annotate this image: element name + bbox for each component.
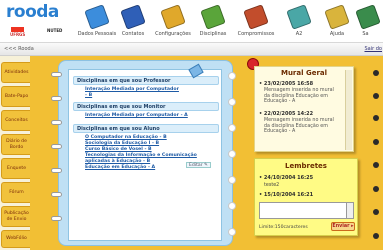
notebook-hole (228, 202, 236, 210)
notebook-hole (228, 176, 236, 184)
ring (51, 144, 62, 149)
section-professor: Disciplinas em que sou Professor (73, 76, 219, 85)
discipline-link[interactable]: Tecnologias da Informação e Comunicação … (85, 153, 197, 165)
tab-enquete[interactable]: Enquete (1, 158, 31, 179)
personal-data-icon (84, 4, 110, 30)
discipline-link[interactable]: Interação Mediada por Computador - B (85, 87, 181, 99)
mural-geral-panel: Mural Geral • 23/02/2005 16:58 Mensagem … (254, 66, 354, 152)
tab-publicacao-de-envio[interactable]: Publicação de Envio (1, 206, 31, 227)
nav-appointments[interactable]: Compromissos (232, 3, 280, 40)
page-ring-mark (373, 93, 379, 99)
settings-icon (160, 4, 186, 30)
rooda-logo[interactable]: rooda (6, 2, 59, 22)
lembrete-date: • 15/10/2004 16:21 (259, 192, 314, 198)
page-ring-mark (373, 115, 379, 121)
ring (51, 120, 62, 125)
page-ring-mark (373, 139, 379, 145)
notebook-hole (228, 150, 236, 158)
tab-webfolio[interactable]: WebFólio (1, 230, 31, 248)
header: rooda UFRGS NUTED Dados Pessoais Contato… (0, 0, 383, 42)
back-link[interactable]: <<< Rooda (4, 46, 34, 52)
tab-diario-de-bordo[interactable]: Diário de Bordo (1, 134, 31, 155)
nav-disciplines[interactable]: Disciplinas (189, 3, 237, 40)
notebook-hole (228, 228, 236, 236)
discipline-link[interactable]: Educação em Educação - A (85, 165, 220, 171)
lembretes-panel: Lembretes • 24/10/2004 16:25 teste2 • 15… (254, 158, 358, 236)
nav-label: Disciplinas (199, 31, 227, 37)
section-monitor: Disciplinas em que sou Monitor (73, 102, 219, 111)
lembrete-text: teste2 (264, 183, 280, 188)
char-limit-text: Limite:150caracteres (259, 225, 308, 230)
section-aluno: Disciplinas em que sou Aluno (73, 124, 219, 133)
tab-bate-papo[interactable]: Bate-Papo (1, 86, 31, 107)
mural-date: • 22/02/2005 14:22 (259, 111, 314, 117)
notebook-hole (228, 72, 236, 80)
nav-exit[interactable]: Sa (348, 3, 383, 40)
notebook-rings (49, 66, 63, 242)
notebook-page: Disciplinas em que sou Professor Interaç… (68, 69, 222, 241)
page-ring-mark (373, 70, 379, 76)
ring (51, 72, 62, 77)
send-button[interactable]: Enviar ▸ (331, 222, 355, 231)
nuted-label: NUTED (47, 28, 63, 33)
reminder-textarea[interactable] (259, 202, 347, 219)
page-ring-mark (373, 186, 379, 192)
help-icon (324, 4, 350, 30)
notebook-hole (228, 124, 236, 132)
appointments-icon (243, 4, 269, 30)
nav-label: Compromissos (237, 31, 275, 37)
tab-atividades[interactable]: Atividades (1, 62, 31, 83)
mural-date: • 23/02/2005 16:58 (259, 81, 314, 87)
lembrete-date: • 24/10/2004 16:25 (259, 175, 314, 181)
toolbar: <<< Rooda Sair do (0, 42, 383, 56)
a2-icon (286, 4, 312, 30)
mural-title: Mural Geral (280, 69, 328, 77)
exit-icon (355, 4, 381, 30)
exit-link[interactable]: Sair do (364, 46, 382, 52)
mural-scrollbar[interactable] (345, 70, 352, 150)
ring (51, 216, 62, 221)
mural-message: Mensagem inserida no mural da disciplina… (264, 88, 334, 104)
page-ring-mark (373, 162, 379, 168)
lembretes-title: Lembretes (285, 162, 327, 170)
ring (51, 168, 62, 173)
sidebar: Atividades Bate-Papo Conceitos Diário de… (0, 56, 31, 250)
reminder-scrollbar[interactable] (347, 202, 354, 219)
contacts-icon (120, 4, 146, 30)
discipline-link[interactable]: Interação Mediada por Computador - A (85, 113, 220, 119)
ring (51, 192, 62, 197)
ufrgs-label: UFRGS (10, 32, 26, 37)
nav-label: Sa (362, 31, 369, 37)
tab-forum[interactable]: Fórum (1, 182, 31, 203)
notebook-hole (228, 98, 236, 106)
tab-conceitos[interactable]: Conceitos (1, 110, 31, 131)
disciplines-icon (200, 4, 226, 30)
mural-message: Mensagem inserida no mural da disciplina… (264, 118, 334, 134)
page-ring-mark (373, 209, 379, 215)
page-ring-mark (373, 233, 379, 239)
ring (51, 96, 62, 101)
